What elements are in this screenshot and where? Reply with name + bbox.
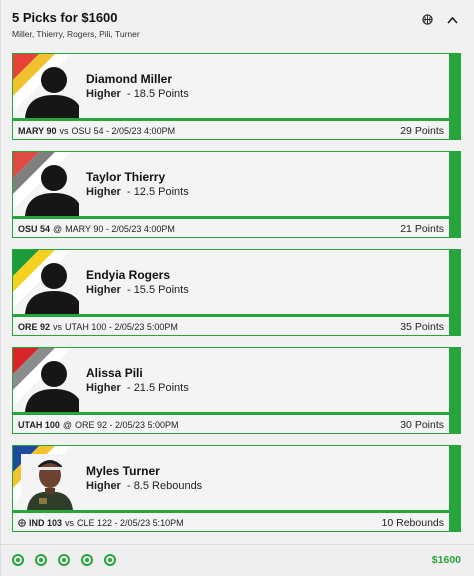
- pick-card[interactable]: Alissa Pili Higher - 21.5 Points UTAH 100 @…: [12, 347, 461, 434]
- pick-line: Higher - 12.5 Points: [86, 186, 189, 198]
- pick-direction: Higher: [86, 284, 121, 296]
- pick-result: 30 Points: [400, 419, 444, 431]
- status-rail: [449, 54, 460, 139]
- pick-card[interactable]: Endyia Rogers Higher - 15.5 Points ORE 92 v…: [12, 249, 461, 336]
- pick-direction: Higher: [86, 88, 121, 100]
- game-separator: vs: [65, 518, 75, 528]
- game-team: UTAH 100: [18, 420, 60, 430]
- game-opponent: UTAH 100 - 2/05/23 5:00PM: [65, 322, 178, 332]
- pick-direction: Higher: [86, 382, 121, 394]
- pick-status-dots: [12, 554, 116, 566]
- player-name: Taylor Thierry: [86, 170, 166, 184]
- game-info: OSU 54 @ MARY 90 - 2/05/23 4:00PM: [18, 224, 175, 234]
- player-avatar: [21, 454, 79, 510]
- pick-line: Higher - 21.5 Points: [86, 382, 189, 394]
- pick-status-dot: [35, 554, 47, 566]
- pick-value: - 18.5 Points: [126, 88, 189, 100]
- player-name: Myles Turner: [86, 464, 160, 478]
- status-rail: [449, 446, 460, 531]
- pick-value: - 21.5 Points: [126, 382, 189, 394]
- chevron-up-icon[interactable]: [447, 16, 458, 24]
- game-info: MARY 90 vs OSU 54 - 2/05/23 4:00PM: [18, 126, 175, 136]
- game-opponent: CLE 122 - 2/05/23 5:10PM: [77, 518, 184, 528]
- pick-line: Higher - 8.5 Rebounds: [86, 480, 202, 492]
- game-team: MARY 90: [18, 126, 57, 136]
- game-opponent: ORE 92 - 2/05/23 5:00PM: [75, 420, 179, 430]
- status-rail: [449, 152, 460, 237]
- status-rail: [449, 250, 460, 335]
- pick-value: - 12.5 Points: [126, 186, 189, 198]
- pick-card[interactable]: Myles Turner Higher - 8.5 Rebounds IND 103…: [12, 445, 461, 532]
- entry-panel: 5 Picks for $1600 Miller, Thierry, Roger…: [0, 0, 474, 576]
- pick-status-dot: [104, 554, 116, 566]
- card-divider: [13, 314, 449, 317]
- pick-result: 35 Points: [400, 321, 444, 333]
- pick-value: - 15.5 Points: [126, 284, 189, 296]
- game-opponent: MARY 90 - 2/05/23 4:00PM: [65, 224, 175, 234]
- entry-footer: $1600: [1, 544, 474, 576]
- pick-status-dot: [58, 554, 70, 566]
- game-team: ORE 92: [18, 322, 51, 332]
- pick-card[interactable]: Diamond Miller Higher - 18.5 Points MARY 9…: [12, 53, 461, 140]
- game-team: OSU 54: [18, 224, 51, 234]
- player-avatar: [21, 258, 79, 314]
- pick-line: Higher - 15.5 Points: [86, 284, 189, 296]
- pick-result: 10 Rebounds: [381, 517, 444, 529]
- pick-direction: Higher: [86, 480, 121, 492]
- game-separator: @: [62, 420, 72, 430]
- game-opponent: OSU 54 - 2/05/23 4:00PM: [71, 126, 176, 136]
- card-divider: [13, 216, 449, 219]
- status-rail: [449, 348, 460, 433]
- game-info: UTAH 100 @ ORE 92 - 2/05/23 5:00PM: [18, 420, 179, 430]
- card-divider: [13, 510, 449, 513]
- game-separator: vs: [59, 126, 69, 136]
- game-info: IND 103 vs CLE 122 - 2/05/23 5:10PM: [18, 518, 184, 528]
- player-name: Endyia Rogers: [86, 268, 171, 282]
- game-team: IND 103: [29, 518, 63, 528]
- entry-subtitle: Miller, Thierry, Rogers, Pili, Turner: [12, 29, 140, 39]
- card-divider: [13, 118, 449, 121]
- game-separator: vs: [53, 322, 63, 332]
- player-avatar: [21, 160, 79, 216]
- pick-value: - 8.5 Rebounds: [126, 480, 203, 492]
- entry-total: $1600: [431, 554, 461, 566]
- player-avatar: [21, 62, 79, 118]
- basketball-icon: [18, 519, 26, 527]
- pick-result: 21 Points: [400, 223, 444, 235]
- card-divider: [13, 412, 449, 415]
- pick-status-dot: [12, 554, 24, 566]
- player-name: Diamond Miller: [86, 72, 173, 86]
- pick-status-dot: [81, 554, 93, 566]
- pick-direction: Higher: [86, 186, 121, 198]
- pick-line: Higher - 18.5 Points: [86, 88, 189, 100]
- player-avatar: [21, 356, 79, 412]
- player-name: Alissa Pili: [86, 366, 143, 380]
- basketball-icon[interactable]: [422, 14, 433, 25]
- pick-result: 29 Points: [400, 125, 444, 137]
- game-separator: @: [53, 224, 63, 234]
- entry-header: 5 Picks for $1600 Miller, Thierry, Roger…: [12, 10, 464, 44]
- pick-card[interactable]: Taylor Thierry Higher - 12.5 Points OSU 54…: [12, 151, 461, 238]
- entry-title: 5 Picks for $1600: [12, 10, 118, 25]
- game-info: ORE 92 vs UTAH 100 - 2/05/23 5:00PM: [18, 322, 178, 332]
